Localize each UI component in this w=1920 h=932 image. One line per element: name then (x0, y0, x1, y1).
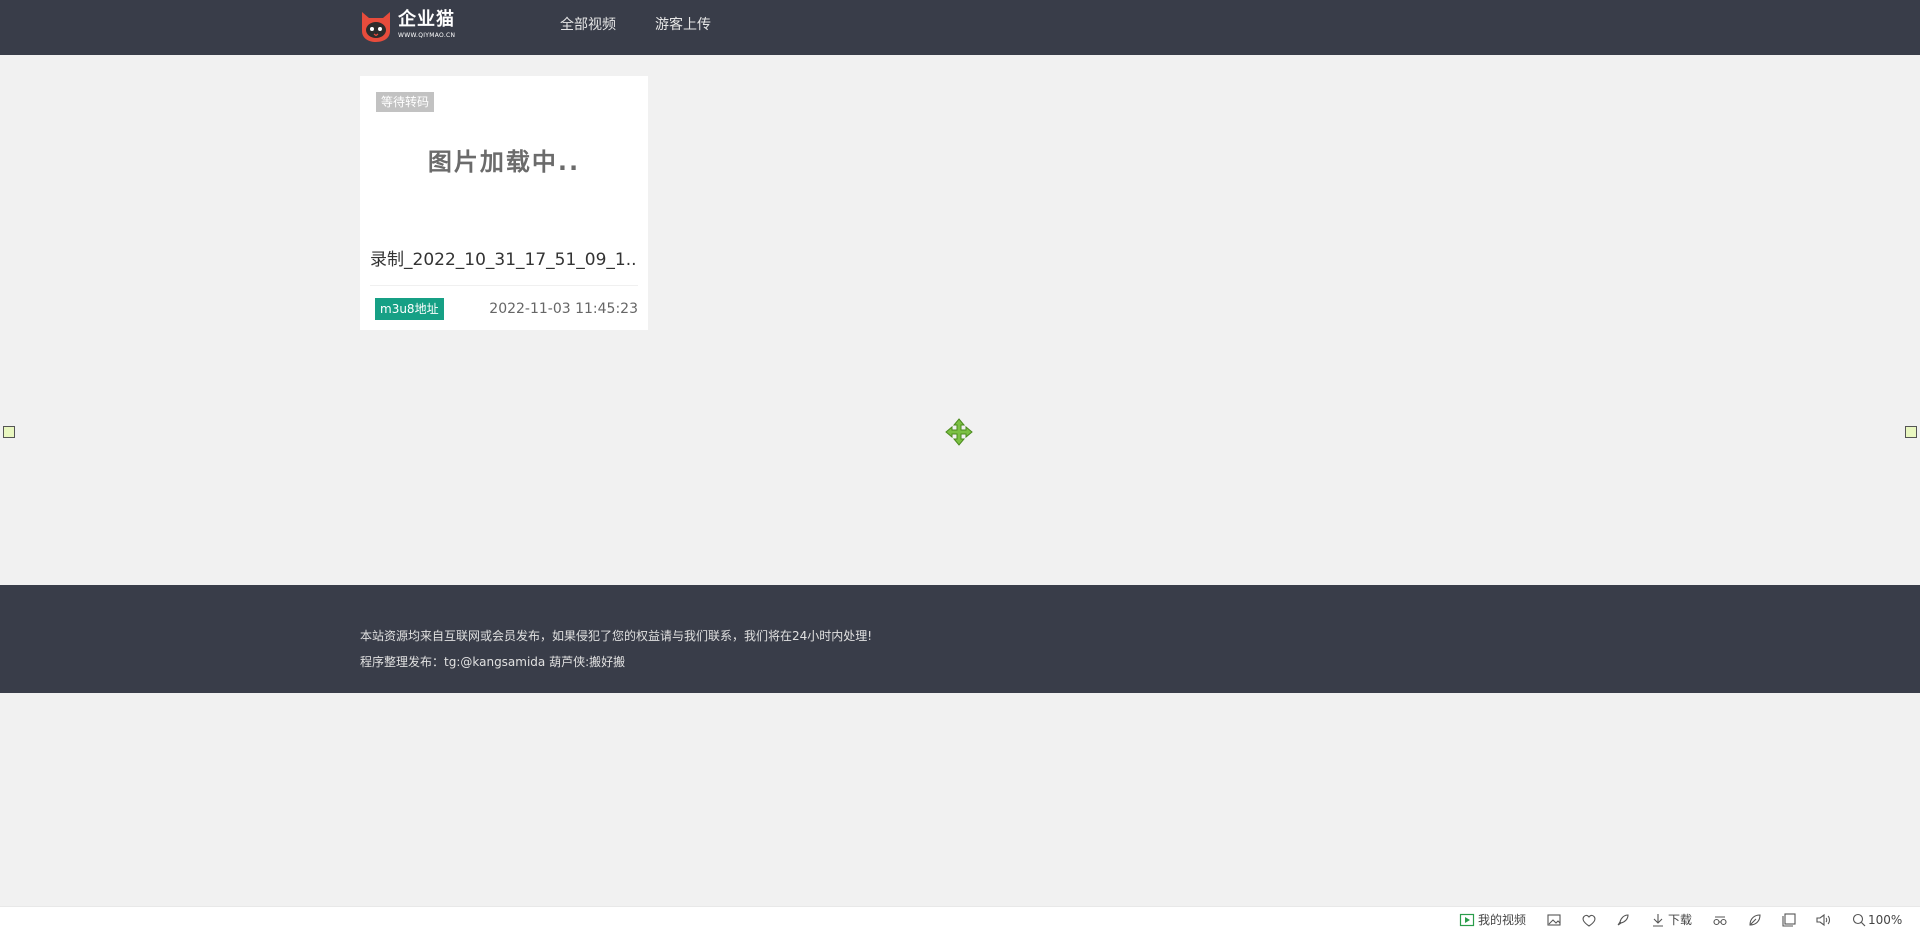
accelerate-button[interactable] (1615, 911, 1631, 928)
site-footer: 本站资源均来自互联网或会员发布，如果侵犯了您的权益请与我们联系，我们将在24小时… (0, 585, 1920, 693)
speaker-icon (1816, 913, 1830, 926)
card-divider (370, 285, 638, 286)
footer-credits: 程序整理发布：tg:@kangsamida 葫芦侠:搬好搬 (360, 655, 626, 669)
zoom-level: 100% (1868, 912, 1903, 927)
zoom-button[interactable]: 100% (1851, 911, 1902, 928)
search-icon (1852, 913, 1866, 926)
top-navbar: 企业猫 WWW.QIYMAO.CN 全部视频 游客上传 (0, 0, 1920, 55)
nav-all-videos[interactable]: 全部视频 (560, 0, 616, 55)
video-card[interactable]: 等待转码 图片加载中.. 录制_2022_10_31_17_51_09_1...… (360, 76, 648, 330)
reader-button[interactable] (1712, 911, 1728, 928)
download-icon (1653, 913, 1663, 927)
footer-disclaimer: 本站资源均来自互联网或会员发布，如果侵犯了您的权益请与我们联系，我们将在24小时… (360, 629, 873, 643)
download-label: 下载 (1668, 913, 1693, 927)
logo-subtitle: WWW.QIYMAO.CN (398, 32, 456, 39)
image-icon (1547, 913, 1561, 926)
rocket-icon (1617, 913, 1629, 925)
resize-handle-left[interactable] (3, 426, 15, 438)
nav-guest-upload[interactable]: 游客上传 (655, 0, 711, 55)
my-video-label: 我的视频 (1478, 913, 1527, 927)
move-arrows-icon[interactable] (945, 418, 973, 446)
image-button[interactable] (1546, 911, 1562, 928)
my-video-button[interactable]: 我的视频 (1459, 911, 1526, 928)
glasses-icon (1713, 915, 1727, 925)
m3u8-link-button[interactable]: m3u8地址 (375, 298, 444, 320)
site-logo[interactable]: 企业猫 WWW.QIYMAO.CN (359, 8, 459, 44)
window-button[interactable] (1781, 911, 1797, 928)
sound-button[interactable] (1815, 911, 1831, 928)
resize-handle-right[interactable] (1905, 426, 1917, 438)
video-title[interactable]: 录制_2022_10_31_17_51_09_1... (370, 245, 638, 270)
status-badge: 等待转码 (376, 92, 435, 112)
cat-logo-icon (362, 12, 390, 42)
thumbnail-placeholder[interactable]: 图片加载中.. (360, 142, 648, 177)
health-button[interactable] (1581, 911, 1597, 928)
leaf-icon (1749, 913, 1761, 926)
browser-status-bar: 我的视频 下载 100% (0, 906, 1920, 932)
eco-button[interactable] (1747, 911, 1763, 928)
heart-icon (1582, 914, 1596, 927)
window-icon (1782, 912, 1796, 927)
play-icon (1459, 913, 1475, 926)
logo-title: 企业猫 (398, 9, 455, 30)
video-date: 2022-11-03 11:45:23 (489, 301, 638, 317)
download-button[interactable]: 下载 (1650, 911, 1692, 928)
